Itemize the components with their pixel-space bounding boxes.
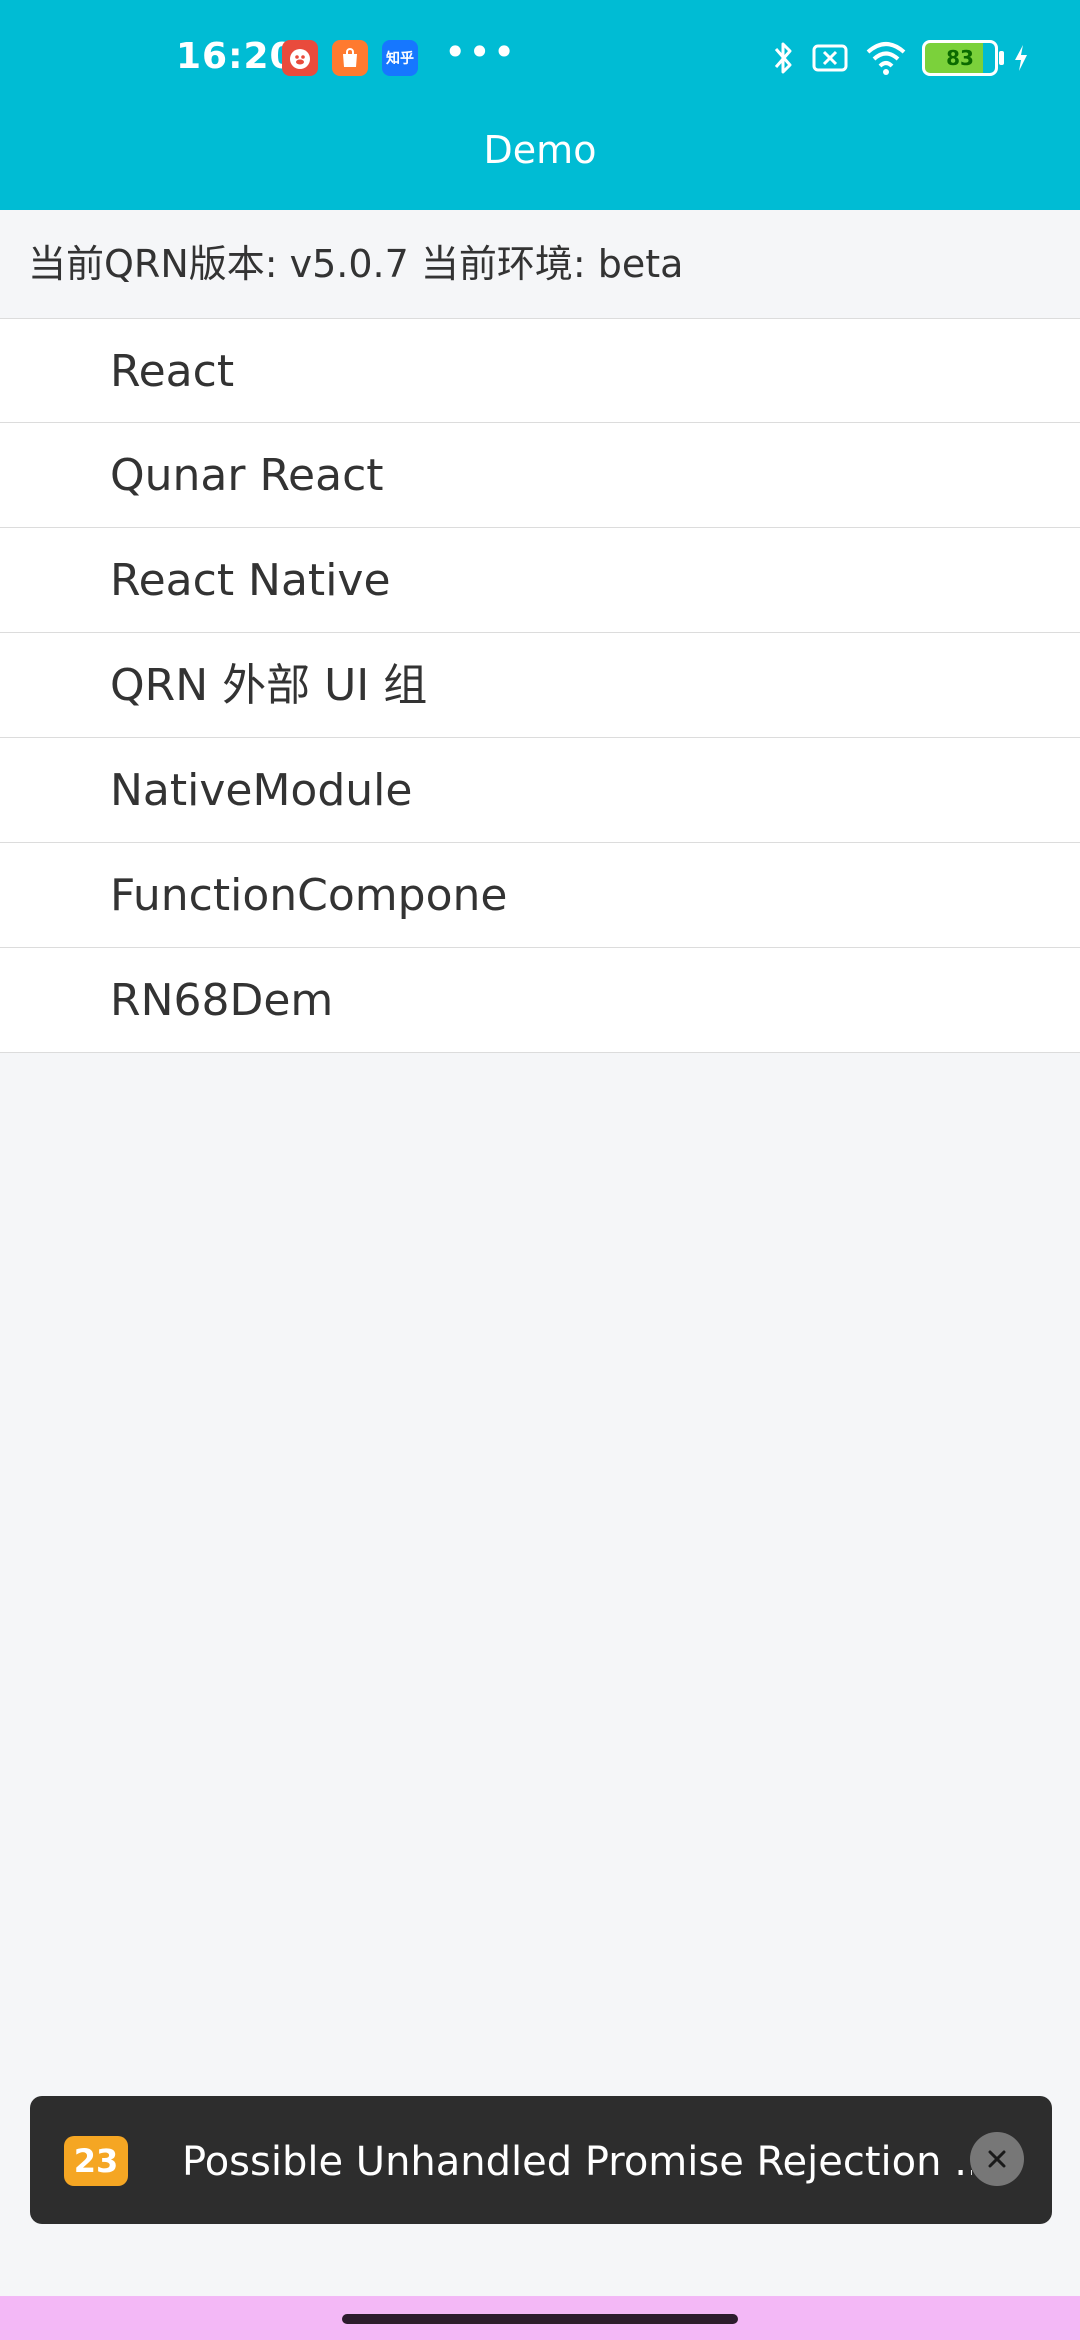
- home-indicator[interactable]: [342, 2314, 738, 2324]
- status-time: 16:20: [176, 36, 296, 77]
- battery-icon: 83: [922, 40, 1004, 76]
- page-title: Demo: [483, 128, 597, 172]
- bluetooth-icon: [774, 42, 792, 74]
- sim-disabled-icon: [812, 44, 848, 72]
- bag-icon: [343, 48, 357, 67]
- menu-item-qrn-external-ui[interactable]: QRN 外部 UI 组: [0, 633, 1080, 738]
- menu-item-label: React Native: [110, 555, 391, 606]
- version-info: 当前QRN版本: v5.0.7 当前环境: beta: [28, 242, 684, 286]
- menu-item-label: Qunar React: [110, 450, 384, 501]
- menu-item-label: RN68Dem: [110, 975, 334, 1026]
- warning-message[interactable]: Possible Unhandled Promise Rejection ...: [182, 2134, 972, 2190]
- menu-item-function-component[interactable]: FunctionCompone: [0, 843, 1080, 948]
- more-notifications-icon: •••: [444, 30, 518, 74]
- status-right-icons: 83: [770, 36, 1030, 80]
- wifi-icon: [866, 42, 906, 75]
- menu-item-label: FunctionCompone: [110, 870, 508, 921]
- charging-icon: [1015, 45, 1027, 71]
- warning-toast[interactable]: 23 Possible Unhandled Promise Rejection …: [30, 2096, 1052, 2224]
- warning-count-badge: 23: [64, 2136, 128, 2186]
- zhihu-app-icon: 知乎: [382, 40, 418, 76]
- menu-item-label: QRN 外部 UI 组: [110, 660, 428, 711]
- menu-item-label: React: [110, 346, 235, 397]
- menu-item-native-module[interactable]: NativeModule: [0, 738, 1080, 843]
- demo-menu-list: React Qunar React React Native QRN 外部 UI…: [0, 318, 1080, 1053]
- system-nav-bar: [0, 2296, 1080, 2340]
- menu-item-react[interactable]: React: [0, 318, 1080, 423]
- orange-app-icon: [332, 40, 368, 76]
- menu-item-rn68-demo[interactable]: RN68Dem: [0, 948, 1080, 1053]
- menu-item-react-native[interactable]: React Native: [0, 528, 1080, 633]
- menu-item-label: NativeModule: [110, 765, 413, 816]
- close-x-icon: [988, 2150, 1006, 2168]
- close-icon[interactable]: [970, 2132, 1024, 2186]
- menu-item-qunar-react[interactable]: Qunar React: [0, 423, 1080, 528]
- red-app-icon: [282, 40, 318, 76]
- status-bar: 16:20 知乎 ••• 83: [0, 0, 1080, 90]
- pig-icon: [290, 49, 310, 69]
